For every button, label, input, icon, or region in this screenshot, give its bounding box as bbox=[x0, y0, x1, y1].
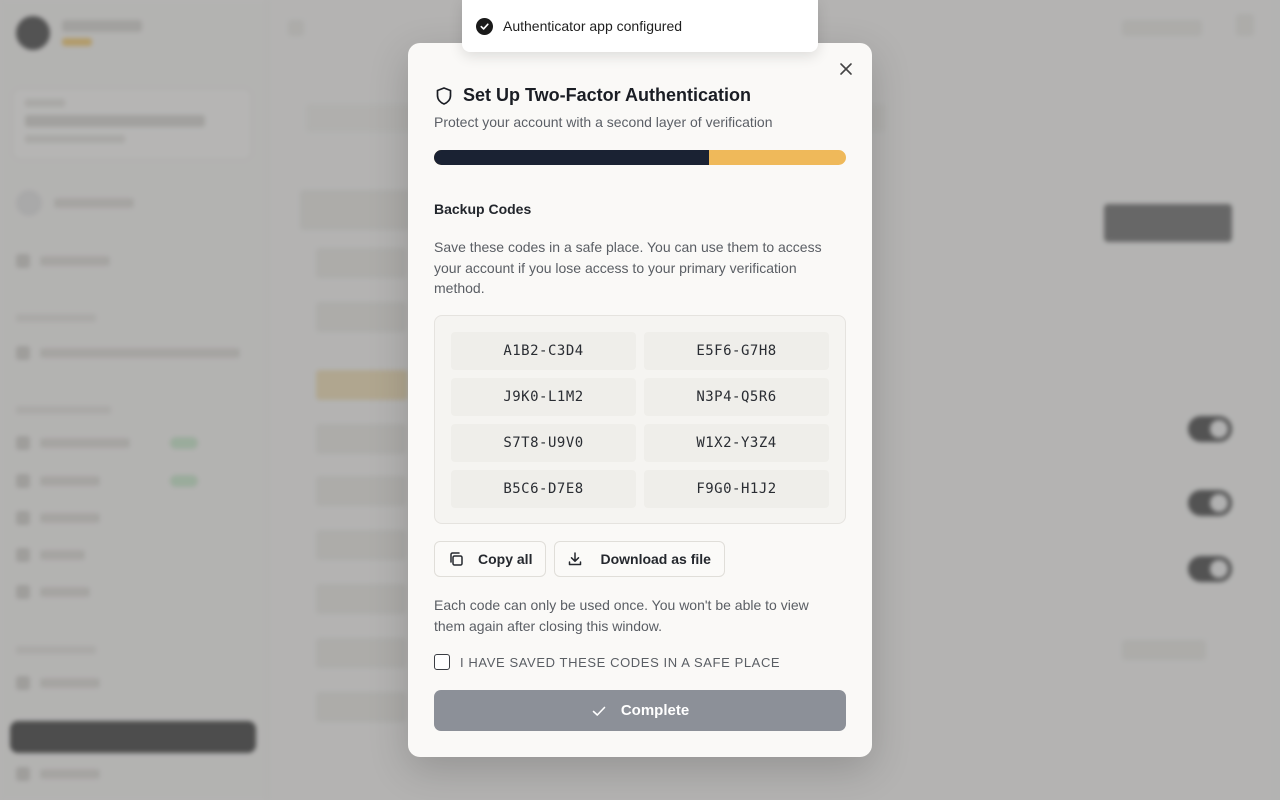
check-circle-icon bbox=[476, 17, 493, 35]
success-toast: Authenticator app configured bbox=[462, 0, 818, 52]
code-actions: Copy all Download as file bbox=[434, 541, 725, 577]
setup-progress-bar bbox=[434, 150, 846, 165]
copy-all-label: Copy all bbox=[478, 551, 533, 567]
dialog-subtitle: Protect your account with a second layer… bbox=[434, 114, 773, 130]
complete-label: Complete bbox=[620, 702, 690, 719]
complete-button[interactable]: Complete bbox=[434, 690, 846, 731]
backup-code: A1B2-C3D4 bbox=[451, 332, 636, 370]
backup-code: B5C6-D7E8 bbox=[451, 470, 636, 508]
copy-icon bbox=[450, 552, 463, 566]
backup-code: W1X2-Y3Z4 bbox=[644, 424, 829, 462]
backup-code: J9K0-L1M2 bbox=[451, 378, 636, 416]
check-icon bbox=[592, 706, 606, 716]
backup-code: E5F6-G7H8 bbox=[644, 332, 829, 370]
backup-code: N3P4-Q5R6 bbox=[644, 378, 829, 416]
confirm-saved-checkbox[interactable] bbox=[434, 654, 450, 670]
backup-code: F9G0-H1J2 bbox=[644, 470, 829, 508]
toast-message: Authenticator app configured bbox=[503, 18, 683, 34]
download-file-label: Download as file bbox=[600, 551, 711, 567]
confirm-saved-row[interactable]: I HAVE SAVED THESE CODES IN A SAFE PLACE bbox=[434, 654, 780, 670]
dialog-title: Set Up Two-Factor Authentication bbox=[463, 85, 751, 105]
backup-codes-list: A1B2-C3D4 E5F6-G7H8 J9K0-L1M2 N3P4-Q5R6 … bbox=[434, 315, 846, 524]
section-description: Save these codes in a safe place. You ca… bbox=[434, 239, 822, 296]
two-factor-setup-dialog: Set Up Two-Factor Authentication Protect… bbox=[408, 43, 872, 757]
section-title: Backup Codes bbox=[434, 201, 532, 217]
close-button[interactable] bbox=[836, 59, 856, 79]
progress-fill bbox=[434, 150, 709, 165]
download-file-button[interactable]: Download as file bbox=[554, 541, 725, 577]
copy-all-button[interactable]: Copy all bbox=[434, 541, 547, 577]
backup-code: S7T8-U9V0 bbox=[451, 424, 636, 462]
confirm-saved-label[interactable]: I HAVE SAVED THESE CODES IN A SAFE PLACE bbox=[460, 655, 780, 670]
download-icon bbox=[569, 552, 582, 566]
dialog-header: Set Up Two-Factor Authentication bbox=[434, 85, 751, 106]
shield-icon bbox=[436, 86, 452, 105]
close-icon bbox=[840, 63, 852, 75]
one-time-use-note: Each code can only be used once. You won… bbox=[434, 597, 809, 634]
